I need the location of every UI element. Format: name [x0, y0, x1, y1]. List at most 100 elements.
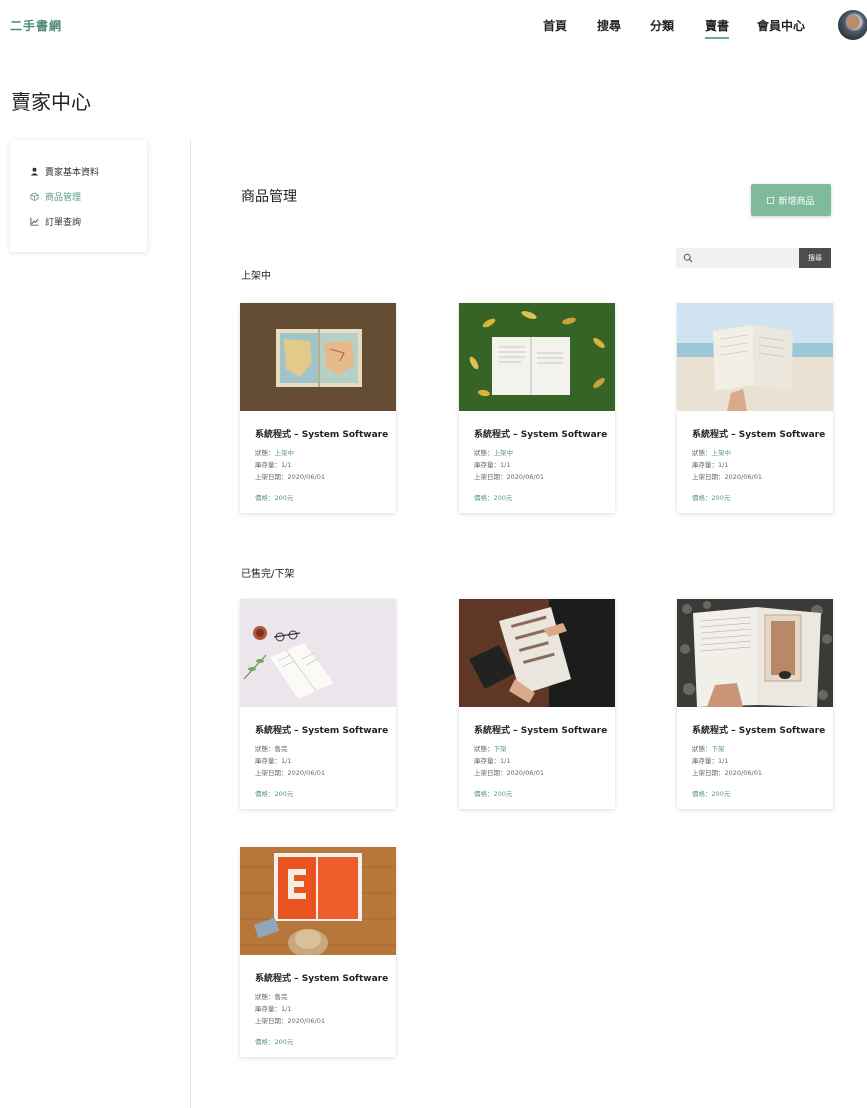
product-date: 上架日期：2020/06/01	[692, 471, 762, 481]
stock-label: 庫存量：	[692, 461, 718, 469]
product-price: 價格：200元	[692, 492, 730, 502]
stock-value: 1/1	[500, 461, 511, 469]
price-label: 價格：	[255, 1038, 275, 1046]
product-card[interactable]: 系統程式 – System Software 狀態：上架中 庫存量：1/1 上架…	[240, 303, 396, 513]
product-image	[677, 599, 833, 707]
product-price: 價格：200元	[692, 788, 730, 798]
add-product-label: 新增商品	[778, 196, 815, 207]
status-label: 狀態：	[255, 449, 275, 457]
date-value: 2020/06/01	[287, 1017, 325, 1025]
price-label: 價格：	[474, 494, 494, 502]
status-value: 下架	[711, 745, 725, 753]
product-title: 系統程式 – System Software	[255, 430, 389, 440]
stock-label: 庫存量：	[474, 461, 500, 469]
product-price: 價格：200元	[255, 492, 293, 502]
status-label: 狀態：	[255, 993, 275, 1001]
date-label: 上架日期：	[255, 1017, 288, 1025]
user-icon	[30, 167, 39, 176]
price-label: 價格：	[692, 790, 712, 798]
search-button[interactable]: 搜尋	[799, 248, 831, 268]
nav-member[interactable]: 會員中心	[757, 17, 805, 34]
product-stock: 庫存量：1/1	[474, 755, 510, 765]
product-date: 上架日期：2020/06/01	[255, 471, 325, 481]
stock-label: 庫存量：	[255, 1005, 281, 1013]
product-card[interactable]: 系統程式 – System Software 狀態：下架 庫存量：1/1 上架日…	[677, 599, 833, 809]
stock-value: 1/1	[281, 461, 292, 469]
product-image	[677, 303, 833, 411]
price-value: 200元	[274, 494, 294, 502]
search-icon	[683, 253, 693, 263]
product-status: 狀態：下架	[692, 743, 725, 753]
search-input[interactable]	[698, 250, 794, 266]
product-card[interactable]: 系統程式 – System Software 狀態：上架中 庫存量：1/1 上架…	[459, 303, 615, 513]
product-title: 系統程式 – System Software	[255, 726, 389, 736]
status-value: 上架中	[493, 449, 514, 457]
product-title: 系統程式 – System Software	[692, 726, 826, 736]
section-title-listed: 上架中	[241, 271, 271, 282]
add-product-button[interactable]: 新增商品	[751, 184, 831, 216]
product-card[interactable]: 系統程式 – System Software 狀態：下架 庫存量：1/1 上架日…	[459, 599, 615, 809]
date-value: 2020/06/01	[287, 473, 325, 481]
stock-value: 1/1	[718, 757, 729, 765]
price-label: 價格：	[474, 790, 494, 798]
product-card[interactable]: 系統程式 – System Software 狀態：售完 庫存量：1/1 上架日…	[240, 847, 396, 1057]
stock-label: 庫存量：	[255, 757, 281, 765]
product-status: 狀態：上架中	[474, 447, 513, 457]
page-title: 賣家中心	[11, 90, 91, 114]
price-value: 200元	[493, 790, 513, 798]
price-value: 200元	[711, 790, 731, 798]
date-label: 上架日期：	[474, 769, 507, 777]
product-stock: 庫存量：1/1	[692, 459, 728, 469]
nav-search[interactable]: 搜尋	[597, 17, 621, 34]
plus-square-icon	[767, 196, 775, 204]
date-value: 2020/06/01	[506, 473, 544, 481]
price-label: 價格：	[255, 494, 275, 502]
price-label: 價格：	[692, 494, 712, 502]
date-value: 2020/06/01	[724, 473, 762, 481]
sidebar-item-profile[interactable]: 賣家基本資料	[30, 165, 99, 178]
product-date: 上架日期：2020/06/01	[255, 767, 325, 777]
sidebar-item-label: 商品管理	[45, 193, 82, 203]
sidebar-item-orders[interactable]: 訂單查詢	[30, 215, 81, 228]
date-label: 上架日期：	[474, 473, 507, 481]
status-label: 狀態：	[474, 745, 494, 753]
product-stock: 庫存量：1/1	[255, 755, 291, 765]
product-image	[459, 599, 615, 707]
sidebar-item-products[interactable]: 商品管理	[30, 190, 81, 203]
product-price: 價格：200元	[255, 1036, 293, 1046]
nav-sell[interactable]: 賣書	[705, 17, 730, 39]
product-image	[459, 303, 615, 411]
avatar[interactable]	[838, 10, 867, 40]
box-icon	[30, 192, 39, 201]
divider	[190, 139, 191, 1108]
product-price: 價格：200元	[474, 492, 512, 502]
status-label: 狀態：	[692, 449, 712, 457]
stock-label: 庫存量：	[474, 757, 500, 765]
price-value: 200元	[711, 494, 731, 502]
sidebar-item-label: 賣家基本資料	[45, 168, 100, 178]
product-stock: 庫存量：1/1	[474, 459, 510, 469]
status-label: 狀態：	[255, 745, 275, 753]
status-value: 售完	[274, 993, 288, 1001]
nav-category[interactable]: 分類	[650, 17, 674, 34]
nav-home[interactable]: 首頁	[543, 17, 567, 34]
stock-label: 庫存量：	[255, 461, 281, 469]
price-value: 200元	[493, 494, 513, 502]
product-title: 系統程式 – System Software	[474, 430, 608, 440]
product-card[interactable]: 系統程式 – System Software 狀態：售完 庫存量：1/1 上架日…	[240, 599, 396, 809]
status-value: 售完	[274, 745, 288, 753]
product-card[interactable]: 系統程式 – System Software 狀態：上架中 庫存量：1/1 上架…	[677, 303, 833, 513]
product-date: 上架日期：2020/06/01	[474, 767, 544, 777]
date-value: 2020/06/01	[287, 769, 325, 777]
product-stock: 庫存量：1/1	[255, 459, 291, 469]
product-stock: 庫存量：1/1	[255, 1003, 291, 1013]
stock-value: 1/1	[281, 1005, 292, 1013]
price-value: 200元	[274, 790, 294, 798]
stock-value: 1/1	[718, 461, 729, 469]
date-label: 上架日期：	[692, 473, 725, 481]
sidebar-item-label: 訂單查詢	[45, 218, 82, 228]
date-label: 上架日期：	[255, 473, 288, 481]
date-label: 上架日期：	[692, 769, 725, 777]
status-value: 上架中	[711, 449, 732, 457]
date-label: 上架日期：	[255, 769, 288, 777]
